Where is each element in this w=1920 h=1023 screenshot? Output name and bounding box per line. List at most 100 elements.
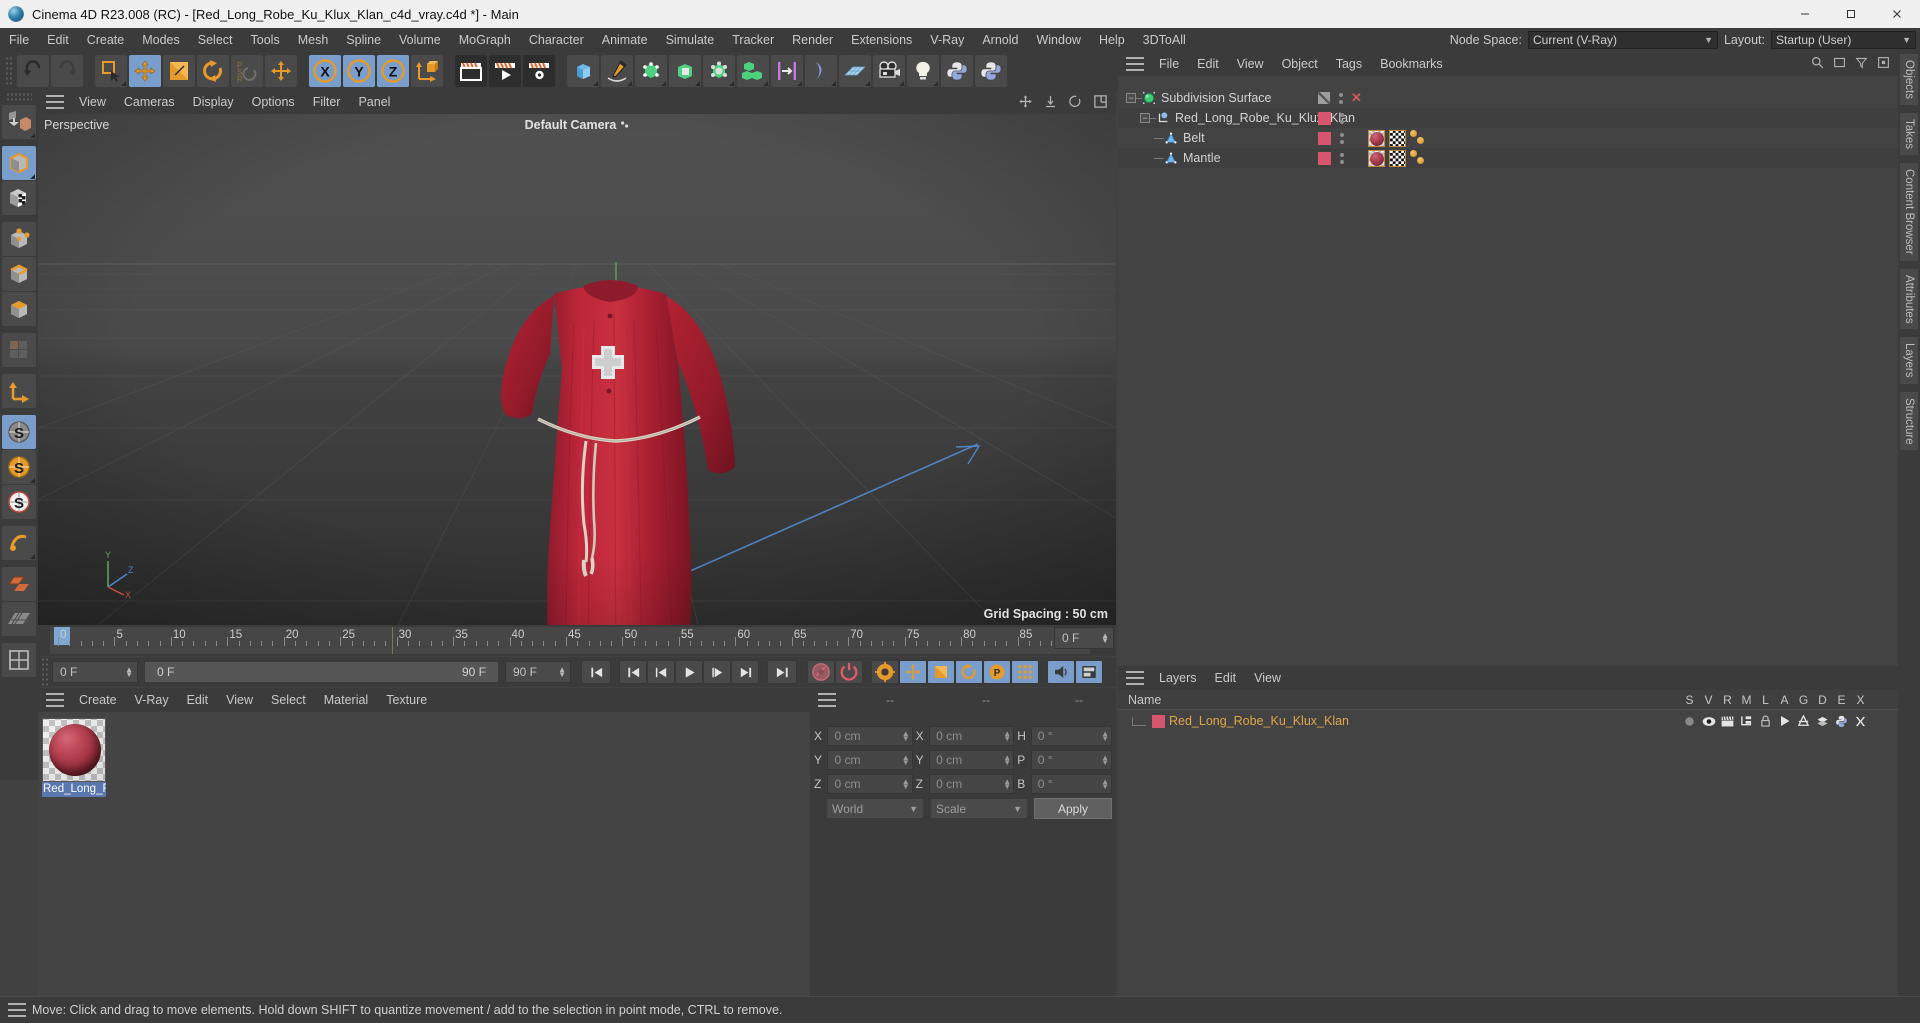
pan-icon[interactable] [1018, 94, 1033, 112]
viewport-menu-panel[interactable]: Panel [349, 90, 399, 114]
rotation-b-field[interactable]: 0 ° ▲ ▼ [1030, 774, 1112, 794]
param-key-button[interactable]: P [983, 660, 1011, 684]
layer-color-swatch[interactable] [1318, 111, 1331, 125]
dock-tab-attributes[interactable]: Attributes [1900, 268, 1918, 330]
search-icon[interactable] [1811, 56, 1824, 72]
layers-hamburger-icon[interactable] [1126, 671, 1144, 685]
menu-simulate[interactable]: Simulate [657, 28, 724, 52]
transport-grip[interactable] [41, 657, 49, 687]
spinner-arrows-icon[interactable]: ▲ ▼ [125, 666, 135, 679]
layer-color-swatch[interactable] [1152, 714, 1165, 728]
max-frame-field[interactable]: 90 F ▲ ▼ [505, 661, 571, 683]
rotate-view-icon[interactable] [1068, 94, 1083, 112]
material-menu-create[interactable]: Create [70, 688, 126, 712]
menu-character[interactable]: Character [520, 28, 593, 52]
maximize-viewport-icon[interactable] [1093, 94, 1108, 112]
menu-extensions[interactable]: Extensions [842, 28, 921, 52]
position-z-field[interactable]: 0 cm ▲ ▼ [827, 774, 913, 794]
array-button[interactable] [771, 55, 803, 87]
expand-collapse-icon[interactable]: − [1140, 113, 1150, 123]
material-menu-edit[interactable]: Edit [178, 688, 218, 712]
viewport-menu-display[interactable]: Display [184, 90, 243, 114]
dock-tab-content-browser[interactable]: Content Browser [1900, 163, 1918, 261]
axis-move-button[interactable] [265, 55, 297, 87]
material-thumbnail[interactable] [42, 718, 106, 782]
grid-visibility-button[interactable] [2, 602, 36, 636]
mograph-button[interactable] [703, 55, 735, 87]
position-key-button[interactable] [899, 660, 927, 684]
menu-select[interactable]: Select [189, 28, 242, 52]
menu-tracker[interactable]: Tracker [723, 28, 783, 52]
snap-settings-button[interactable]: S [2, 450, 36, 484]
menu-render[interactable]: Render [783, 28, 842, 52]
size-x-field[interactable]: 0 cm ▲ ▼ [929, 726, 1015, 746]
autokeying-button[interactable] [835, 660, 863, 684]
layer-color-swatch[interactable] [1318, 151, 1331, 165]
deformer-icon[interactable] [1813, 715, 1832, 728]
rotation-h-field[interactable]: 0 ° ▲ ▼ [1030, 726, 1112, 746]
render-settings-button[interactable] [523, 55, 555, 87]
keyframe-selection-button[interactable] [871, 660, 899, 684]
live-selection-button[interactable] [95, 55, 127, 87]
layers-menu-view[interactable]: View [1245, 666, 1290, 690]
node-space-select[interactable]: Current (V-Ray) ▼ [1527, 31, 1718, 49]
material-tag-icon[interactable] [1368, 149, 1385, 167]
lock-x-button[interactable]: X [309, 55, 341, 87]
material-hamburger-icon[interactable] [46, 693, 64, 707]
maximize-button[interactable] [1828, 0, 1874, 28]
previous-frame-button[interactable] [647, 660, 675, 684]
python-generator-button[interactable] [941, 55, 973, 87]
timeline-current-frame-field[interactable]: 0 F ▲ ▼ [1054, 627, 1114, 649]
scale-key-button[interactable] [927, 660, 955, 684]
menu-create[interactable]: Create [78, 28, 134, 52]
filter-icon[interactable] [1855, 56, 1868, 72]
go-to-start-button[interactable] [581, 660, 611, 684]
menu-mesh[interactable]: Mesh [289, 28, 338, 52]
bookmark-icon[interactable] [1877, 56, 1890, 72]
texture-mode-button[interactable] [2, 181, 36, 215]
apply-button[interactable]: Apply [1034, 798, 1112, 819]
timeline-ruler[interactable]: 051015202530354045505560657075808590 [50, 627, 1090, 654]
menu-volume[interactable]: Volume [390, 28, 450, 52]
axis-mode-button[interactable] [2, 374, 36, 408]
material-menu-material[interactable]: Material [315, 688, 377, 712]
make-editable-button[interactable] [2, 105, 36, 139]
material-menu-select[interactable]: Select [262, 688, 315, 712]
menu-edit[interactable]: Edit [38, 28, 78, 52]
sound-button[interactable] [1047, 660, 1075, 684]
spinner-arrows-icon[interactable]: ▲ ▼ [1003, 778, 1011, 791]
generator-icon[interactable] [1794, 714, 1813, 728]
layer-manager-body[interactable]: Name S V R M L A G D E X Red_Long_Robe_K… [1118, 690, 1898, 996]
viewport-menu-view[interactable]: View [70, 90, 115, 114]
deformer-button[interactable] [669, 55, 701, 87]
object-menu-tags[interactable]: Tags [1327, 52, 1371, 76]
viewport-solo-button[interactable] [2, 567, 36, 601]
xref-icon[interactable] [1851, 715, 1870, 728]
menu-animate[interactable]: Animate [593, 28, 657, 52]
menu-help[interactable]: Help [1090, 28, 1134, 52]
go-to-end-button[interactable] [767, 660, 797, 684]
delete-icon[interactable]: ✕ [1351, 90, 1362, 106]
object-row-mantle[interactable]: Mantle [1118, 148, 1898, 168]
spinner-arrows-icon[interactable]: ▲ ▼ [1101, 730, 1109, 743]
pen-spline-button[interactable] [601, 55, 633, 87]
object-menu-object[interactable]: Object [1273, 52, 1327, 76]
material-item[interactable]: Red_Long_R [42, 718, 106, 797]
workplane-button[interactable] [2, 526, 36, 560]
coordinates-hamburger-icon[interactable] [818, 693, 836, 707]
scale-tool-button[interactable] [163, 55, 195, 87]
position-y-field[interactable]: 0 cm ▲ ▼ [827, 750, 913, 770]
move-tool-button[interactable] [129, 55, 161, 87]
rotation-p-field[interactable]: 0 ° ▲ ▼ [1030, 750, 1112, 770]
layers-menu-edit[interactable]: Edit [1206, 666, 1246, 690]
coordinate-system-select[interactable]: World ▼ [826, 798, 924, 819]
render-icon[interactable] [1718, 715, 1737, 727]
cloner-button[interactable] [737, 55, 769, 87]
spinner-arrows-icon[interactable]: ▲ ▼ [558, 666, 568, 679]
uv-mode-button[interactable] [2, 333, 36, 367]
viewport-menu-options[interactable]: Options [243, 90, 304, 114]
object-menu-bookmarks[interactable]: Bookmarks [1371, 52, 1452, 76]
points-mode-button[interactable] [2, 222, 36, 256]
material-menu-texture[interactable]: Texture [377, 688, 436, 712]
minimize-button[interactable] [1782, 0, 1828, 28]
